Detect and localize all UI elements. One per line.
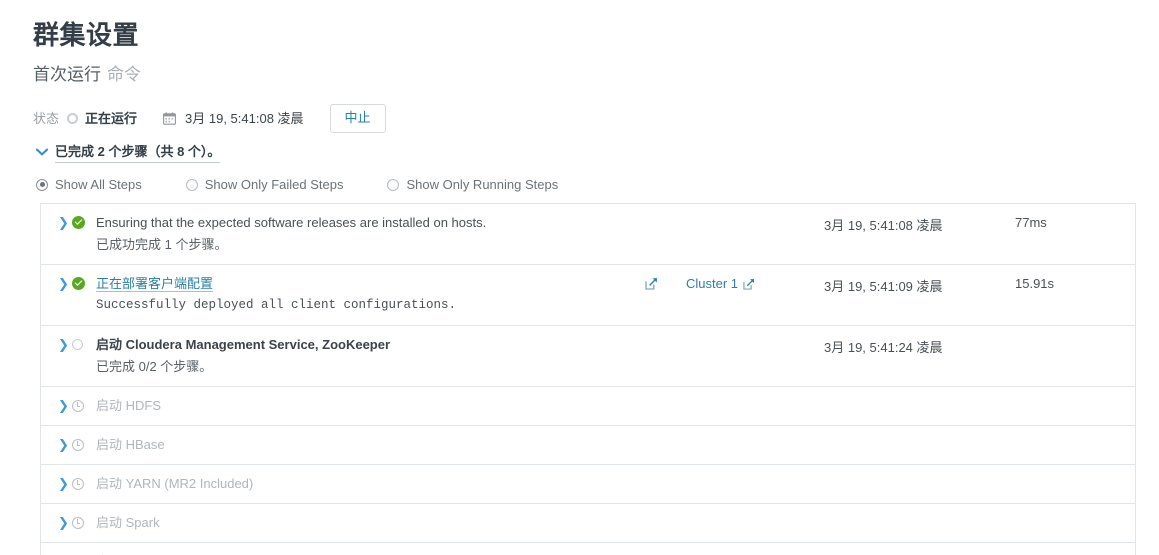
step-filter-group: Show All Steps Show Only Failed Steps Sh… xyxy=(36,177,602,192)
step-timestamp: 3月 19, 5:41:08 凌晨 xyxy=(824,218,943,233)
table-row[interactable]: ❯ 启动 Cloudera Management Service, ZooKee… xyxy=(41,326,1135,387)
command-suffix-label: 命令 xyxy=(107,65,141,84)
step-timestamp: 3月 19, 5:41:24 凌晨 xyxy=(824,340,943,355)
abort-button[interactable]: 中止 xyxy=(329,104,386,133)
chevron-right-icon[interactable]: ❯ xyxy=(58,475,72,492)
table-row[interactable]: ❯ 正在部署客户端配置 Successfully deployed all cl… xyxy=(41,265,1135,326)
page-title: 群集设置 xyxy=(33,20,140,50)
step-main-cell: ❯ 启动 Hive xyxy=(41,543,755,555)
start-timestamp: 3月 19, 5:41:08 凌晨 xyxy=(185,110,304,126)
step-timestamp xyxy=(805,426,1015,437)
chevron-right-icon[interactable]: ❯ xyxy=(58,436,72,453)
cluster-link[interactable]: Cluster 1 xyxy=(686,276,755,291)
step-main-cell: ❯ Ensuring that the expected software re… xyxy=(41,204,755,264)
step-title: 启动 Cloudera Management Service, ZooKeepe… xyxy=(96,337,391,352)
step-timestamp xyxy=(805,387,1015,398)
step-duration xyxy=(1015,465,1135,476)
step-duration xyxy=(1015,387,1135,398)
step-title: 启动 HDFS xyxy=(96,398,162,413)
step-title[interactable]: 正在部署客户端配置 xyxy=(96,276,214,292)
step-main-cell: ❯ 启动 YARN (MR2 Included) xyxy=(41,465,755,503)
step-timestamp: 3月 19, 5:41:09 凌晨 xyxy=(824,279,943,294)
success-check-icon xyxy=(72,275,96,292)
table-row[interactable]: ❯ 启动 Hive xyxy=(41,543,1135,555)
steps-table: ❯ Ensuring that the expected software re… xyxy=(40,203,1136,555)
clock-pending-icon xyxy=(72,436,96,453)
status-row: 状态 正在运行 3月 19, 5:41:08 凌晨 中止 xyxy=(33,104,386,133)
step-main-cell: ❯ 正在部署客户端配置 Successfully deployed all cl… xyxy=(41,265,645,325)
table-row[interactable]: ❯ 启动 Spark xyxy=(41,504,1135,543)
status-label: 状态 xyxy=(33,110,60,126)
filter-show-only-failed-steps[interactable]: Show Only Failed Steps xyxy=(185,177,344,192)
step-text-block: 启动 Cloudera Management Service, ZooKeepe… xyxy=(96,336,755,376)
step-timestamp xyxy=(805,543,1015,554)
command-name: 首次运行 xyxy=(33,65,101,84)
radio-icon-show-all[interactable] xyxy=(36,178,48,191)
first-run-command-page: 群集设置 首次运行 命令 状态 正在运行 3月 19, 5:41:08 凌晨 中止 xyxy=(0,0,1159,555)
step-text-block: 启动 YARN (MR2 Included) xyxy=(96,475,755,493)
table-row[interactable]: ❯ 启动 HBase xyxy=(41,426,1135,465)
filter-show-all-steps[interactable]: Show All Steps xyxy=(36,177,142,192)
chevron-right-icon[interactable]: ❯ xyxy=(58,336,72,353)
chevron-right-icon[interactable]: ❯ xyxy=(58,275,72,292)
step-title: 启动 YARN (MR2 Included) xyxy=(96,476,254,491)
completed-summary-text: 已完成 2 个步骤（共 8 个）。 xyxy=(55,141,221,163)
filter-label-show-all: Show All Steps xyxy=(55,177,142,192)
step-text-block: 启动 HBase xyxy=(96,436,755,454)
step-main-cell: ❯ 启动 HDFS xyxy=(41,387,755,425)
spinner-icon xyxy=(67,113,79,124)
clock-pending-icon xyxy=(72,475,96,492)
step-links-cell: Cluster 1 xyxy=(645,265,755,291)
clock-pending-icon xyxy=(72,397,96,414)
calendar-icon xyxy=(163,112,176,125)
step-text-block: 正在部署客户端配置 Successfully deployed all clie… xyxy=(96,275,645,315)
step-duration xyxy=(1015,543,1135,554)
filter-show-only-running-steps[interactable]: Show Only Running Steps xyxy=(387,177,558,192)
clock-pending-icon xyxy=(72,514,96,531)
step-title: 启动 Spark xyxy=(96,515,160,530)
filter-label-show-failed: Show Only Failed Steps xyxy=(204,177,344,192)
chevron-right-icon[interactable]: ❯ xyxy=(58,514,72,531)
table-row[interactable]: ❯ 启动 HDFS xyxy=(41,387,1135,426)
external-link-icon[interactable] xyxy=(645,277,658,290)
chevron-right-icon[interactable]: ❯ xyxy=(58,214,72,231)
radio-icon-show-failed[interactable] xyxy=(185,178,198,191)
filter-label-show-running: Show Only Running Steps xyxy=(406,177,559,192)
step-subtitle: Successfully deployed all client configu… xyxy=(96,298,457,312)
step-text-block: 启动 HDFS xyxy=(96,397,755,415)
radio-icon-show-running[interactable] xyxy=(387,178,400,191)
step-main-cell: ❯ 启动 Spark xyxy=(41,504,755,542)
success-check-icon xyxy=(72,214,96,231)
step-duration xyxy=(1015,326,1135,337)
status-value: 正在运行 xyxy=(85,110,138,126)
step-duration xyxy=(1015,504,1135,515)
step-main-cell: ❯ 启动 Cloudera Management Service, ZooKee… xyxy=(41,326,755,386)
step-duration xyxy=(1015,426,1135,437)
command-subtitle: 首次运行 命令 xyxy=(33,63,141,87)
chevron-down-icon[interactable] xyxy=(36,148,48,156)
table-row[interactable]: ❯ 启动 YARN (MR2 Included) xyxy=(41,465,1135,504)
step-text-block: Ensuring that the expected software rele… xyxy=(96,214,755,254)
step-main-cell: ❯ 启动 HBase xyxy=(41,426,755,464)
step-duration: 15.91s xyxy=(1015,276,1055,291)
step-subtitle: 已成功完成 1 个步骤。 xyxy=(96,237,228,252)
step-text-block: 启动 Spark xyxy=(96,514,755,532)
step-subtitle: 已完成 0/2 个步骤。 xyxy=(96,359,213,374)
completed-summary[interactable]: 已完成 2 个步骤（共 8 个）。 xyxy=(36,141,221,163)
step-duration: 77ms xyxy=(1015,215,1047,230)
step-title: Ensuring that the expected software rele… xyxy=(96,215,487,230)
step-title: 启动 HBase xyxy=(96,437,165,452)
step-timestamp xyxy=(805,465,1015,476)
external-link-icon[interactable] xyxy=(743,278,755,290)
cluster-link-label: Cluster 1 xyxy=(685,276,738,291)
chevron-right-icon[interactable]: ❯ xyxy=(58,397,72,414)
table-row[interactable]: ❯ Ensuring that the expected software re… xyxy=(41,204,1135,265)
running-spinner-icon xyxy=(72,336,96,353)
step-timestamp xyxy=(805,504,1015,515)
